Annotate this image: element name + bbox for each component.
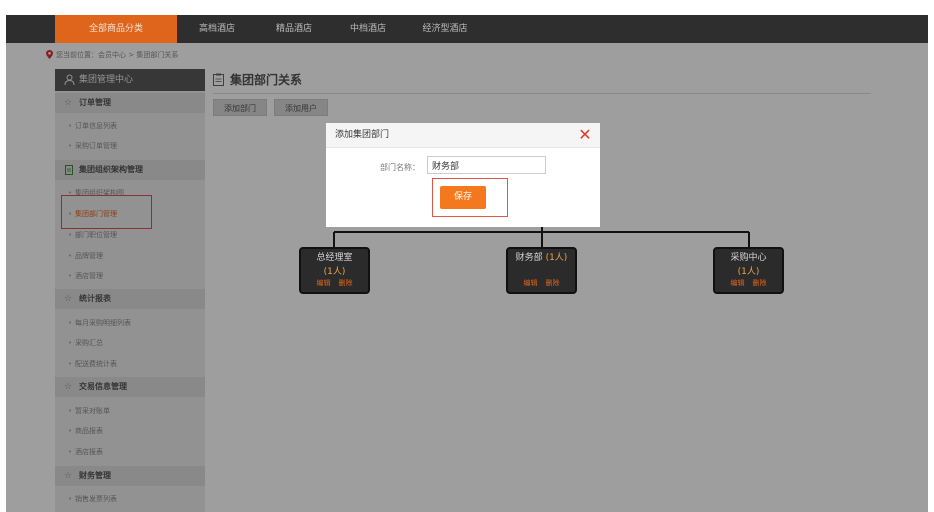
org-node-finance: 财务部 (1人) 编辑 删除 <box>506 247 577 294</box>
org-node-count: (1人) <box>545 253 568 263</box>
org-node-general-manager: 总经理室 (1人) 编辑 删除 <box>299 247 370 294</box>
org-node-name: 采购中心 <box>730 253 767 263</box>
top-nav: 全部商品分类 高档酒店 精品酒店 中档酒店 经济型酒店 <box>6 15 928 43</box>
edit-link[interactable]: 编辑 <box>731 279 745 287</box>
org-node-actions: 编辑 删除 <box>715 278 782 288</box>
edit-link[interactable]: 编辑 <box>524 279 538 287</box>
dialog-header: 添加集团部门 ✕ <box>326 123 600 148</box>
close-icon[interactable]: ✕ <box>578 127 592 143</box>
edit-link[interactable]: 编辑 <box>317 279 331 287</box>
org-node-actions: 编辑 删除 <box>508 278 575 288</box>
department-name-label: 部门名称： <box>380 163 420 172</box>
delete-link[interactable]: 删除 <box>546 279 560 287</box>
nav-all-categories[interactable]: 全部商品分类 <box>55 15 177 43</box>
org-node-count: (1人) <box>737 267 760 277</box>
add-department-dialog: 添加集团部门 ✕ 部门名称： 保存 <box>326 123 600 227</box>
nav-luxury-hotels[interactable]: 高档酒店 <box>187 15 247 43</box>
nav-boutique-hotels[interactable]: 精品酒店 <box>264 15 324 43</box>
org-node-count: (1人) <box>323 267 346 277</box>
nav-economy-hotels[interactable]: 经济型酒店 <box>410 15 480 43</box>
department-name-input[interactable] <box>427 156 546 174</box>
modal-overlay <box>6 43 928 512</box>
top-strip <box>0 0 934 7</box>
save-button[interactable]: 保存 <box>440 186 486 209</box>
delete-link[interactable]: 删除 <box>753 279 767 287</box>
org-node-actions: 编辑 删除 <box>301 278 368 288</box>
org-node-name: 财务部 (1人) <box>515 253 568 263</box>
delete-link[interactable]: 删除 <box>339 279 353 287</box>
dialog-title: 添加集团部门 <box>335 130 390 140</box>
nav-midrange-hotels[interactable]: 中档酒店 <box>338 15 398 43</box>
org-node-name: 总经理室 <box>316 253 353 263</box>
org-node-purchasing: 采购中心 (1人) 编辑 删除 <box>713 247 784 294</box>
